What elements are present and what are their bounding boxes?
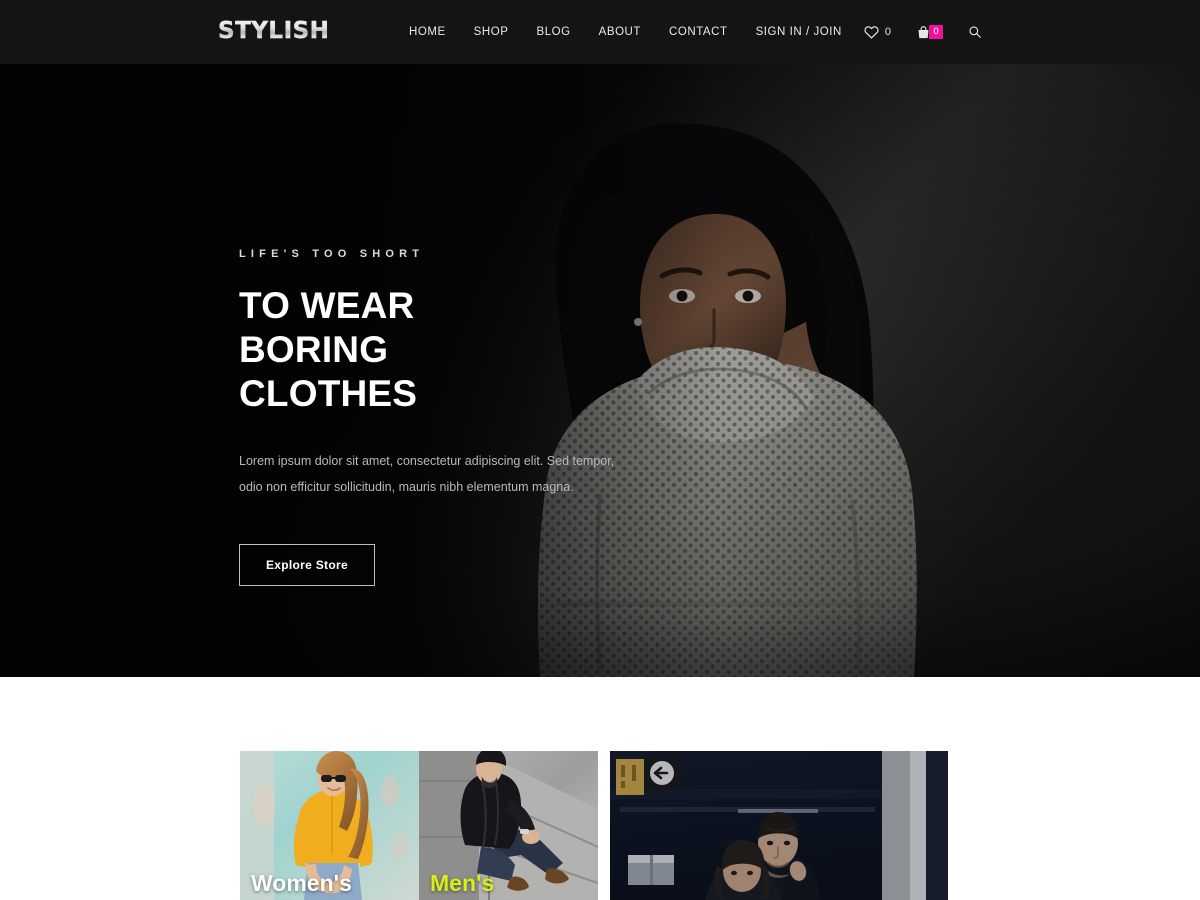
landing-page: STYLISH HOME SHOP BLOG ABOUT CONTACT SIG… [0, 0, 1200, 900]
nav-item-sign-in-join[interactable]: SIGN IN / JOIN [756, 26, 842, 38]
womens-collection-label: Women's Collection [251, 870, 362, 900]
hero-section: LIFE'S TOO SHORT TO WEAR BORING CLOTHES … [0, 64, 1200, 677]
cart-button[interactable]: 0 [916, 25, 943, 40]
main-navigation: HOME SHOP BLOG ABOUT CONTACT SIGN IN / J… [409, 0, 1200, 64]
hero-paragraph: Lorem ipsum dolor sit amet, consectetur … [239, 454, 615, 494]
hero-content: LIFE'S TOO SHORT TO WEAR BORING CLOTHES … [239, 248, 709, 586]
mens-collection-label: Men's Collection [430, 870, 541, 900]
featured-collection-image [610, 751, 948, 900]
nav-item-shop[interactable]: SHOP [474, 26, 509, 38]
header-icon-group: 0 0 [864, 25, 982, 40]
nav-item-blog[interactable]: BLOG [536, 26, 570, 38]
nav-item-home[interactable]: HOME [409, 26, 446, 38]
nav-item-contact[interactable]: CONTACT [669, 26, 728, 38]
collection-cards: Women's Collection [240, 751, 948, 900]
search-button[interactable] [968, 25, 982, 39]
wishlist-button[interactable]: 0 [864, 25, 891, 39]
collection-card-womens[interactable]: Women's Collection [240, 751, 419, 900]
collection-card-group: Women's Collection [240, 751, 598, 900]
site-logo[interactable]: STYLISH [218, 18, 329, 44]
collection-card-featured[interactable] [610, 751, 948, 900]
hero-eyebrow: LIFE'S TOO SHORT [239, 248, 425, 260]
site-header: STYLISH HOME SHOP BLOG ABOUT CONTACT SIG… [0, 0, 1200, 64]
explore-store-button[interactable]: Explore Store [239, 544, 375, 586]
search-icon [968, 25, 982, 39]
heart-icon [864, 25, 879, 39]
hero-headline: TO WEAR BORING CLOTHES [239, 285, 418, 414]
nav-item-about[interactable]: ABOUT [599, 26, 641, 38]
cart-count-badge: 0 [929, 25, 943, 39]
wishlist-count: 0 [884, 26, 891, 38]
collection-card-mens[interactable]: Men's Collection [419, 751, 598, 900]
